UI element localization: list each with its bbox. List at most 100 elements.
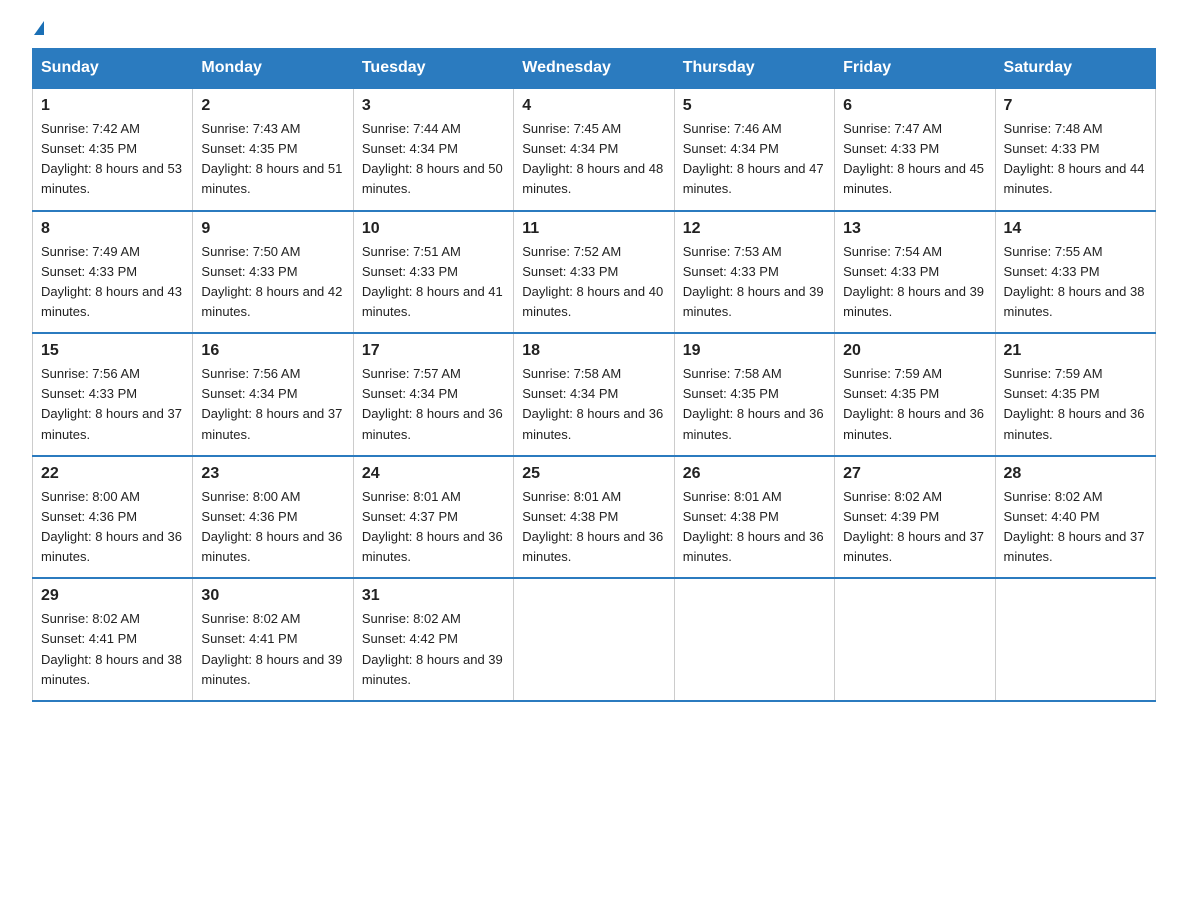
day-info: Sunrise: 8:01 AMSunset: 4:37 PMDaylight:…: [362, 489, 503, 564]
day-number: 12: [683, 220, 826, 238]
week-row-2: 8 Sunrise: 7:49 AMSunset: 4:33 PMDayligh…: [33, 211, 1156, 334]
day-number: 11: [522, 220, 665, 238]
day-number: 2: [201, 97, 344, 115]
day-info: Sunrise: 7:42 AMSunset: 4:35 PMDaylight:…: [41, 121, 182, 196]
calendar-cell: 9 Sunrise: 7:50 AMSunset: 4:33 PMDayligh…: [193, 211, 353, 334]
calendar-cell: 24 Sunrise: 8:01 AMSunset: 4:37 PMDaylig…: [353, 456, 513, 579]
calendar-cell: 17 Sunrise: 7:57 AMSunset: 4:34 PMDaylig…: [353, 333, 513, 456]
weekday-header-monday: Monday: [193, 49, 353, 89]
weekday-header-sunday: Sunday: [33, 49, 193, 89]
calendar-cell: 29 Sunrise: 8:02 AMSunset: 4:41 PMDaylig…: [33, 578, 193, 701]
calendar-cell: 16 Sunrise: 7:56 AMSunset: 4:34 PMDaylig…: [193, 333, 353, 456]
day-number: 22: [41, 465, 184, 483]
day-number: 17: [362, 342, 505, 360]
day-number: 14: [1004, 220, 1147, 238]
logo: [32, 24, 44, 38]
day-info: Sunrise: 7:56 AMSunset: 4:33 PMDaylight:…: [41, 366, 182, 441]
day-info: Sunrise: 7:44 AMSunset: 4:34 PMDaylight:…: [362, 121, 503, 196]
day-number: 13: [843, 220, 986, 238]
day-number: 15: [41, 342, 184, 360]
logo-triangle-icon: [34, 21, 44, 35]
calendar-cell: 28 Sunrise: 8:02 AMSunset: 4:40 PMDaylig…: [995, 456, 1155, 579]
calendar-cell: [835, 578, 995, 701]
calendar-cell: 14 Sunrise: 7:55 AMSunset: 4:33 PMDaylig…: [995, 211, 1155, 334]
week-row-4: 22 Sunrise: 8:00 AMSunset: 4:36 PMDaylig…: [33, 456, 1156, 579]
day-info: Sunrise: 8:01 AMSunset: 4:38 PMDaylight:…: [522, 489, 663, 564]
calendar-cell: 12 Sunrise: 7:53 AMSunset: 4:33 PMDaylig…: [674, 211, 834, 334]
calendar-cell: 19 Sunrise: 7:58 AMSunset: 4:35 PMDaylig…: [674, 333, 834, 456]
day-number: 24: [362, 465, 505, 483]
calendar-cell: 21 Sunrise: 7:59 AMSunset: 4:35 PMDaylig…: [995, 333, 1155, 456]
day-number: 1: [41, 97, 184, 115]
day-info: Sunrise: 7:53 AMSunset: 4:33 PMDaylight:…: [683, 244, 824, 319]
weekday-header-friday: Friday: [835, 49, 995, 89]
day-info: Sunrise: 7:46 AMSunset: 4:34 PMDaylight:…: [683, 121, 824, 196]
weekday-header-thursday: Thursday: [674, 49, 834, 89]
calendar-cell: 1 Sunrise: 7:42 AMSunset: 4:35 PMDayligh…: [33, 88, 193, 211]
calendar-cell: 6 Sunrise: 7:47 AMSunset: 4:33 PMDayligh…: [835, 88, 995, 211]
day-info: Sunrise: 8:02 AMSunset: 4:39 PMDaylight:…: [843, 489, 984, 564]
calendar-cell: 5 Sunrise: 7:46 AMSunset: 4:34 PMDayligh…: [674, 88, 834, 211]
header: [32, 24, 1156, 38]
calendar-cell: [674, 578, 834, 701]
calendar-cell: 4 Sunrise: 7:45 AMSunset: 4:34 PMDayligh…: [514, 88, 674, 211]
day-number: 29: [41, 587, 184, 605]
calendar-cell: [995, 578, 1155, 701]
day-number: 26: [683, 465, 826, 483]
day-number: 5: [683, 97, 826, 115]
day-info: Sunrise: 7:58 AMSunset: 4:35 PMDaylight:…: [683, 366, 824, 441]
day-number: 31: [362, 587, 505, 605]
day-info: Sunrise: 8:00 AMSunset: 4:36 PMDaylight:…: [41, 489, 182, 564]
weekday-header-row: SundayMondayTuesdayWednesdayThursdayFrid…: [33, 49, 1156, 89]
day-number: 30: [201, 587, 344, 605]
day-info: Sunrise: 7:51 AMSunset: 4:33 PMDaylight:…: [362, 244, 503, 319]
day-number: 27: [843, 465, 986, 483]
day-info: Sunrise: 8:02 AMSunset: 4:42 PMDaylight:…: [362, 611, 503, 686]
calendar-cell: 26 Sunrise: 8:01 AMSunset: 4:38 PMDaylig…: [674, 456, 834, 579]
calendar-cell: 30 Sunrise: 8:02 AMSunset: 4:41 PMDaylig…: [193, 578, 353, 701]
day-number: 3: [362, 97, 505, 115]
day-info: Sunrise: 7:58 AMSunset: 4:34 PMDaylight:…: [522, 366, 663, 441]
day-info: Sunrise: 8:00 AMSunset: 4:36 PMDaylight:…: [201, 489, 342, 564]
calendar-cell: 23 Sunrise: 8:00 AMSunset: 4:36 PMDaylig…: [193, 456, 353, 579]
week-row-5: 29 Sunrise: 8:02 AMSunset: 4:41 PMDaylig…: [33, 578, 1156, 701]
weekday-header-wednesday: Wednesday: [514, 49, 674, 89]
day-info: Sunrise: 8:02 AMSunset: 4:40 PMDaylight:…: [1004, 489, 1145, 564]
calendar-table: SundayMondayTuesdayWednesdayThursdayFrid…: [32, 48, 1156, 702]
day-info: Sunrise: 7:43 AMSunset: 4:35 PMDaylight:…: [201, 121, 342, 196]
day-info: Sunrise: 8:02 AMSunset: 4:41 PMDaylight:…: [201, 611, 342, 686]
day-number: 16: [201, 342, 344, 360]
day-number: 8: [41, 220, 184, 238]
day-info: Sunrise: 7:56 AMSunset: 4:34 PMDaylight:…: [201, 366, 342, 441]
day-number: 10: [362, 220, 505, 238]
day-number: 7: [1004, 97, 1147, 115]
day-number: 18: [522, 342, 665, 360]
calendar-cell: 25 Sunrise: 8:01 AMSunset: 4:38 PMDaylig…: [514, 456, 674, 579]
day-info: Sunrise: 7:49 AMSunset: 4:33 PMDaylight:…: [41, 244, 182, 319]
day-info: Sunrise: 7:50 AMSunset: 4:33 PMDaylight:…: [201, 244, 342, 319]
day-info: Sunrise: 7:54 AMSunset: 4:33 PMDaylight:…: [843, 244, 984, 319]
calendar-header: SundayMondayTuesdayWednesdayThursdayFrid…: [33, 49, 1156, 89]
calendar-cell: 31 Sunrise: 8:02 AMSunset: 4:42 PMDaylig…: [353, 578, 513, 701]
calendar-cell: 11 Sunrise: 7:52 AMSunset: 4:33 PMDaylig…: [514, 211, 674, 334]
calendar-cell: 10 Sunrise: 7:51 AMSunset: 4:33 PMDaylig…: [353, 211, 513, 334]
day-number: 21: [1004, 342, 1147, 360]
day-info: Sunrise: 8:02 AMSunset: 4:41 PMDaylight:…: [41, 611, 182, 686]
day-number: 25: [522, 465, 665, 483]
day-number: 28: [1004, 465, 1147, 483]
day-info: Sunrise: 7:45 AMSunset: 4:34 PMDaylight:…: [522, 121, 663, 196]
weekday-header-tuesday: Tuesday: [353, 49, 513, 89]
day-info: Sunrise: 7:52 AMSunset: 4:33 PMDaylight:…: [522, 244, 663, 319]
calendar-cell: 15 Sunrise: 7:56 AMSunset: 4:33 PMDaylig…: [33, 333, 193, 456]
day-info: Sunrise: 8:01 AMSunset: 4:38 PMDaylight:…: [683, 489, 824, 564]
day-number: 19: [683, 342, 826, 360]
calendar-cell: 3 Sunrise: 7:44 AMSunset: 4:34 PMDayligh…: [353, 88, 513, 211]
day-number: 23: [201, 465, 344, 483]
calendar-cell: 13 Sunrise: 7:54 AMSunset: 4:33 PMDaylig…: [835, 211, 995, 334]
calendar-cell: 7 Sunrise: 7:48 AMSunset: 4:33 PMDayligh…: [995, 88, 1155, 211]
calendar-cell: [514, 578, 674, 701]
calendar-cell: 27 Sunrise: 8:02 AMSunset: 4:39 PMDaylig…: [835, 456, 995, 579]
calendar-cell: 20 Sunrise: 7:59 AMSunset: 4:35 PMDaylig…: [835, 333, 995, 456]
day-info: Sunrise: 7:59 AMSunset: 4:35 PMDaylight:…: [1004, 366, 1145, 441]
day-info: Sunrise: 7:55 AMSunset: 4:33 PMDaylight:…: [1004, 244, 1145, 319]
